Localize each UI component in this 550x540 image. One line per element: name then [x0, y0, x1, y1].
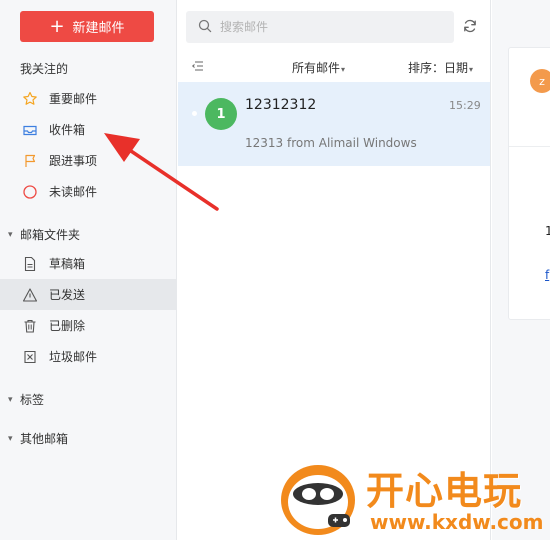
sidebar-item-follow-up[interactable]: 跟进事项	[0, 145, 176, 176]
other-mailboxes-section-title[interactable]: ▾ 其他邮箱	[8, 430, 68, 447]
avatar: 1	[205, 98, 237, 130]
star-icon	[22, 91, 38, 107]
circle-icon	[22, 184, 38, 200]
chevron-down-icon: ▾	[8, 394, 13, 405]
search-icon	[198, 19, 212, 36]
watermark-brand: 开心电玩	[366, 469, 523, 513]
inbox-icon	[22, 122, 38, 138]
sidebar-item-label: 收件箱	[49, 123, 86, 137]
mascot-logo-icon	[281, 465, 355, 535]
sidebar-item-spam[interactable]: 垃圾邮件	[0, 341, 176, 372]
refresh-icon[interactable]	[462, 18, 478, 34]
mail-body-text: 1	[545, 224, 550, 238]
search-box[interactable]	[186, 11, 454, 43]
chevron-down-icon: ▾	[341, 65, 346, 74]
spam-icon	[22, 349, 38, 365]
followed-section-title: 我关注的	[20, 62, 69, 76]
sidebar-item-inbox[interactable]: 收件箱	[0, 114, 176, 145]
sidebar-item-important[interactable]: 重要邮件	[0, 83, 176, 114]
trash-icon	[22, 318, 38, 334]
chevron-down-icon: ▾	[8, 229, 13, 240]
avatar: z	[530, 69, 550, 93]
sidebar-item-label: 重要邮件	[49, 92, 98, 106]
sent-icon	[22, 287, 38, 303]
sidebar-item-unread[interactable]: 未读邮件	[0, 176, 176, 207]
flag-icon	[22, 153, 38, 169]
search-input[interactable]	[220, 20, 420, 34]
watermark: 开心电玩 www.kxdw.com	[272, 458, 550, 540]
draft-icon	[22, 256, 38, 272]
sidebar-item-label: 垃圾邮件	[49, 350, 98, 364]
sidebar-item-label: 草稿箱	[49, 257, 86, 271]
chevron-down-icon: ▾	[469, 65, 474, 74]
sidebar-item-label: 已删除	[49, 319, 86, 333]
new-mail-label: 新建邮件	[72, 21, 125, 36]
collapse-sidebar-icon[interactable]	[191, 59, 205, 73]
tags-section-title[interactable]: ▾ 标签	[8, 391, 44, 408]
sidebar-item-label: 已发送	[49, 288, 86, 302]
plus-icon: +	[49, 15, 65, 37]
mail-list-item[interactable]: 1 12312312 15:29 12313 from Alimail Wind…	[178, 82, 490, 166]
filter-dropdown[interactable]: 所有邮件▾	[292, 59, 345, 76]
watermark-url: www.kxdw.com	[370, 510, 544, 534]
sidebar: + 新建邮件 我关注的 重要邮件 收件箱 跟进事项 未读邮件 ▾ 邮箱文件夹 草…	[0, 0, 177, 540]
chevron-down-icon: ▾	[8, 433, 13, 444]
sidebar-item-label: 未读邮件	[49, 185, 98, 199]
mail-detail-card: z 1 f	[508, 47, 550, 320]
folders-section-title[interactable]: ▾ 邮箱文件夹	[8, 226, 80, 243]
sidebar-item-sent[interactable]: 已发送	[0, 279, 176, 310]
mail-sender: 12312312	[245, 97, 317, 113]
new-mail-button[interactable]: + 新建邮件	[20, 11, 154, 42]
sidebar-item-deleted[interactable]: 已删除	[0, 310, 176, 341]
mail-body-link[interactable]: f	[545, 268, 549, 282]
sidebar-item-drafts[interactable]: 草稿箱	[0, 248, 176, 279]
mail-time: 15:29	[449, 99, 481, 112]
read-status-dot	[192, 111, 197, 116]
list-toolbar: 所有邮件▾ 排序：日期▾	[177, 56, 491, 78]
mail-preview: 12313 from Alimail Windows	[245, 136, 417, 150]
sort-dropdown[interactable]: 排序：日期▾	[408, 59, 473, 76]
divider	[509, 146, 550, 147]
sidebar-item-label: 跟进事项	[49, 154, 98, 168]
